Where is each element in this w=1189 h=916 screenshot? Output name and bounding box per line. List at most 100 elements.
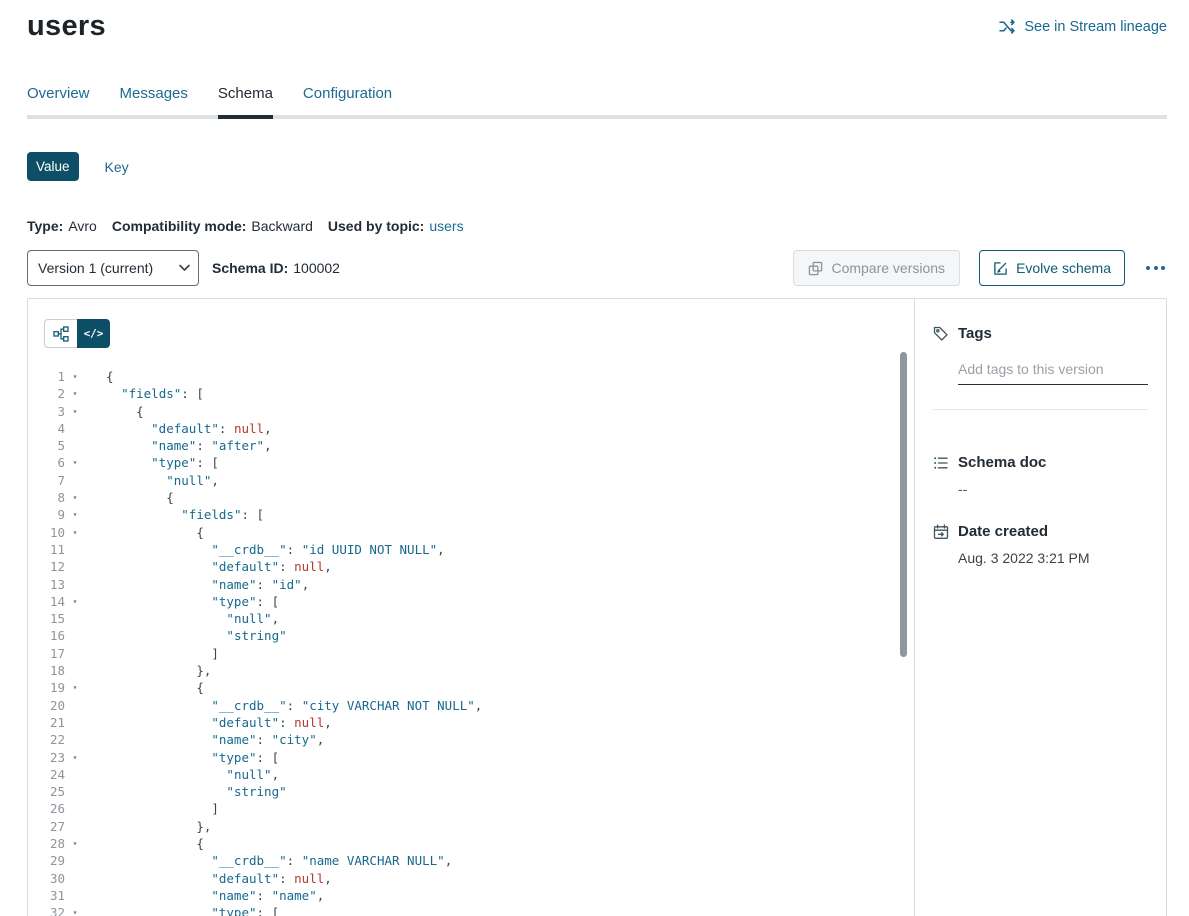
version-select[interactable]: Version 1 (current)	[27, 250, 199, 286]
tab-messages[interactable]: Messages	[120, 85, 188, 115]
value-toggle-button[interactable]: Value	[27, 152, 79, 181]
code-line: 13 "name": "id",	[28, 576, 914, 593]
tab-schema[interactable]: Schema	[218, 85, 273, 119]
schema-type-value: Avro	[68, 218, 97, 234]
fold-caret-icon[interactable]: ▾	[65, 679, 85, 696]
code-line: 22 "name": "city",	[28, 731, 914, 748]
fold-caret-icon[interactable]: ▾	[65, 403, 85, 420]
code-text: ]	[106, 800, 219, 817]
stream-lineage-link[interactable]: See in Stream lineage	[999, 18, 1167, 35]
fold-spacer	[65, 610, 85, 627]
code-text: "name": "city",	[106, 731, 324, 748]
fold-caret-icon[interactable]: ▾	[65, 506, 85, 523]
schema-doc-title: Schema doc	[958, 454, 1046, 471]
schema-sidebar: Tags Schema do	[915, 299, 1166, 916]
code-text: {	[106, 679, 204, 696]
date-created-title: Date created	[958, 523, 1048, 540]
code-text: {	[106, 524, 204, 541]
code-line: 21 "default": null,	[28, 714, 914, 731]
key-toggle-button[interactable]: Key	[105, 159, 129, 175]
fold-caret-icon[interactable]: ▾	[65, 904, 85, 916]
code-line: 31 "name": "name",	[28, 887, 914, 904]
line-number: 6	[28, 454, 65, 471]
more-options-button[interactable]	[1144, 260, 1167, 276]
line-number: 26	[28, 800, 65, 817]
fold-caret-icon[interactable]: ▾	[65, 454, 85, 471]
code-text: "type": [	[106, 749, 279, 766]
tab-configuration[interactable]: Configuration	[303, 85, 392, 115]
line-number: 2	[28, 385, 65, 402]
fold-caret-icon[interactable]: ▾	[65, 385, 85, 402]
page-title: users	[27, 10, 106, 43]
evolve-schema-button[interactable]: Evolve schema	[979, 250, 1125, 286]
code-line: 25 "string"	[28, 783, 914, 800]
editor-view-toggle: </>	[28, 299, 914, 348]
fold-spacer	[65, 870, 85, 887]
code-text: ]	[106, 645, 219, 662]
scrollbar-thumb[interactable]	[900, 352, 907, 657]
fold-spacer	[65, 697, 85, 714]
fold-caret-icon[interactable]: ▾	[65, 368, 85, 385]
line-number: 19	[28, 679, 65, 696]
code-line: 10▾ {	[28, 524, 914, 541]
line-number: 17	[28, 645, 65, 662]
fold-spacer	[65, 887, 85, 904]
code-line: 26 ]	[28, 800, 914, 817]
code-text: "null",	[106, 472, 219, 489]
add-tags-input[interactable]	[958, 359, 1148, 385]
code-text: "name": "id",	[106, 576, 309, 593]
code-line: 1▾{	[28, 368, 914, 385]
line-number: 24	[28, 766, 65, 783]
schema-id: Schema ID: 100002	[212, 260, 340, 276]
schema-doc-header: Schema doc	[933, 454, 1148, 471]
topic-tabs: Overview Messages Schema Configuration	[27, 85, 1167, 119]
fold-spacer	[65, 852, 85, 869]
fold-caret-icon[interactable]: ▾	[65, 489, 85, 506]
code-text: "null",	[106, 766, 279, 783]
line-number: 29	[28, 852, 65, 869]
line-number: 16	[28, 627, 65, 644]
code-content[interactable]: 1▾{2▾ "fields": [3▾ {4 "default": null,5…	[28, 368, 914, 916]
code-text: "null",	[106, 610, 279, 627]
fold-spacer	[65, 731, 85, 748]
line-number: 8	[28, 489, 65, 506]
line-number: 20	[28, 697, 65, 714]
fold-spacer	[65, 558, 85, 575]
schema-doc-section: Schema doc --	[933, 454, 1148, 497]
tree-view-button[interactable]	[44, 319, 77, 348]
fold-caret-icon[interactable]: ▾	[65, 593, 85, 610]
compare-versions-label: Compare versions	[831, 260, 945, 276]
fold-caret-icon[interactable]: ▾	[65, 524, 85, 541]
tags-section-header: Tags	[933, 325, 1148, 342]
code-text: {	[106, 403, 144, 420]
code-text: "type": [	[106, 904, 279, 916]
evolve-icon	[993, 261, 1008, 276]
fold-caret-icon[interactable]: ▾	[65, 749, 85, 766]
code-line: 3▾ {	[28, 403, 914, 420]
fold-spacer	[65, 420, 85, 437]
code-line: 4 "default": null,	[28, 420, 914, 437]
compatibility-mode-value: Backward	[251, 218, 312, 234]
code-view-button[interactable]: </>	[77, 319, 110, 348]
line-number: 14	[28, 593, 65, 610]
compatibility-mode-label: Compatibility mode:	[112, 218, 247, 234]
code-line: 15 "null",	[28, 610, 914, 627]
schema-type-label: Type:	[27, 218, 63, 234]
schema-panel: </> 1▾{2▾ "fields": [3▾ {4 "default": nu…	[27, 298, 1167, 916]
fold-spacer	[65, 437, 85, 454]
schema-controls-row: Version 1 (current) Schema ID: 100002 Co…	[27, 250, 1167, 286]
code-line: 6▾ "type": [	[28, 454, 914, 471]
line-number: 7	[28, 472, 65, 489]
line-number: 22	[28, 731, 65, 748]
tab-overview[interactable]: Overview	[27, 85, 90, 115]
code-text: "__crdb__": "city VARCHAR NOT NULL",	[106, 697, 482, 714]
fold-caret-icon[interactable]: ▾	[65, 835, 85, 852]
code-text: "default": null,	[106, 420, 272, 437]
schema-actions: Compare versions Evolve schema	[793, 250, 1167, 286]
code-line: 20 "__crdb__": "city VARCHAR NOT NULL",	[28, 697, 914, 714]
topic-link[interactable]: users	[429, 218, 463, 234]
compare-versions-button[interactable]: Compare versions	[793, 250, 960, 286]
schema-id-value: 100002	[293, 260, 340, 276]
code-line: 27 },	[28, 818, 914, 835]
code-text: "string"	[106, 783, 287, 800]
